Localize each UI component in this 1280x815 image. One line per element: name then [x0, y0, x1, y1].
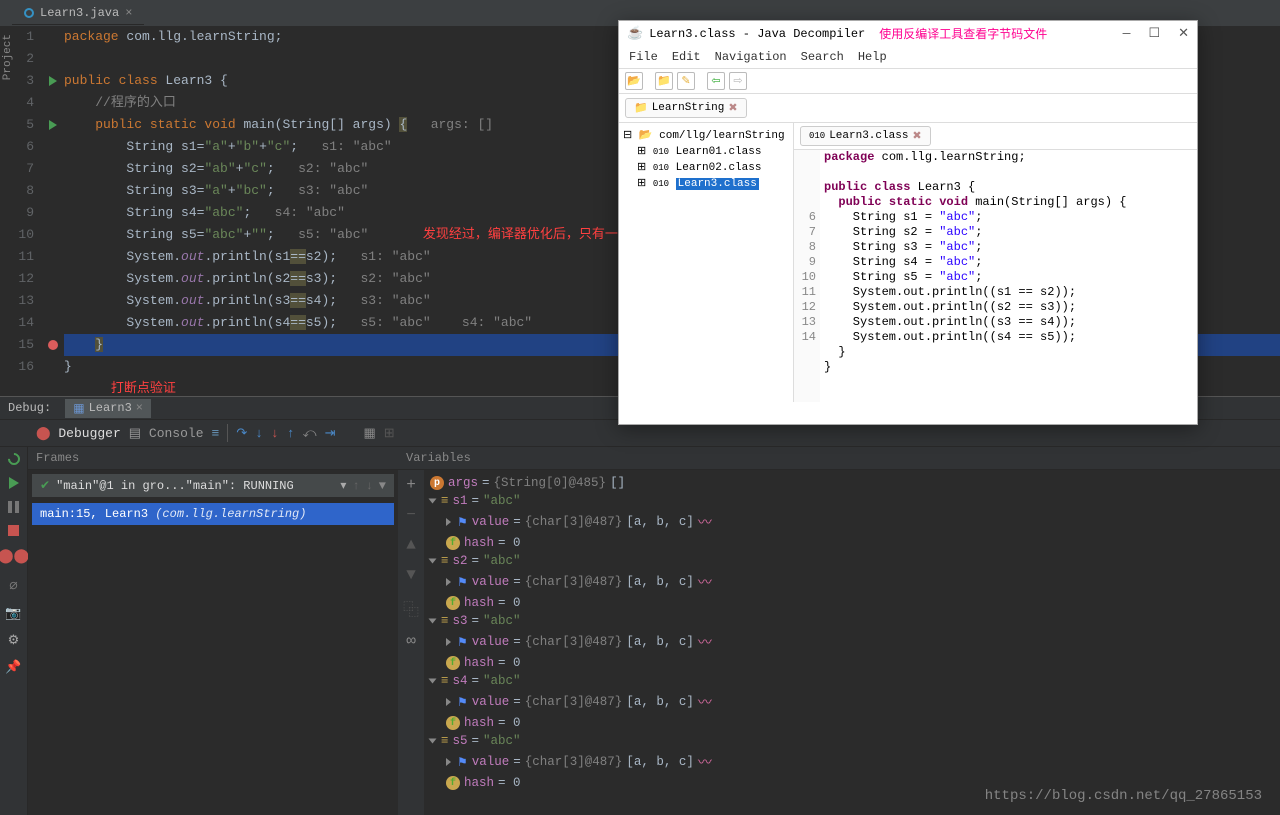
- add-watch-icon[interactable]: +: [406, 476, 416, 494]
- down-icon[interactable]: ▼: [406, 566, 416, 584]
- dropdown-icon: ▾: [340, 478, 346, 493]
- annotation-breakpoint: 打断点验证: [111, 381, 176, 396]
- copy-icon[interactable]: ⿻: [403, 596, 419, 620]
- variables-panel: Variables + − ▲ ▼ ⿻ ∞ p args = {String[0…: [398, 447, 1280, 815]
- debug-config-icon: ▦: [73, 401, 84, 416]
- variables-tree[interactable]: p args = {String[0]@485} []≡ s1 = "abc"⚑…: [424, 470, 1280, 815]
- view-breakpoints-icon[interactable]: ⬤⬤: [0, 548, 29, 565]
- decompiler-annotation: 使用反编译工具查看字节码文件: [879, 25, 1047, 42]
- gutter-marks: [42, 26, 64, 396]
- minimize-icon[interactable]: —: [1123, 26, 1131, 41]
- folder-icon[interactable]: 📁: [655, 72, 673, 90]
- up-icon[interactable]: ▲: [406, 536, 416, 554]
- remove-watch-icon[interactable]: −: [406, 506, 416, 524]
- next-frame-icon[interactable]: ↓: [366, 479, 373, 493]
- project-sidebar-tab[interactable]: Project: [0, 30, 16, 84]
- frames-panel: Frames ✔ "main"@1 in gro..."main": RUNNI…: [28, 447, 398, 815]
- mute-breakpoints-icon[interactable]: ⌀: [9, 577, 17, 594]
- wand-icon[interactable]: ✎: [677, 72, 695, 90]
- debug-label: Debug:: [8, 401, 51, 415]
- step-into-icon[interactable]: ↓: [255, 426, 263, 441]
- filter-icon[interactable]: ▼: [379, 479, 386, 493]
- menu-file[interactable]: File: [625, 48, 662, 66]
- watermark: https://blog.csdn.net/qq_27865153: [985, 788, 1262, 804]
- tree-item-selected[interactable]: Learn3.class: [676, 178, 759, 190]
- code-file-tab[interactable]: 010 Learn3.class ✖: [800, 126, 931, 146]
- open-icon[interactable]: 📂: [625, 72, 643, 90]
- frames-title: Frames: [28, 447, 398, 470]
- decompiled-source[interactable]: 67891011121314 package com.llg.learnStri…: [794, 150, 1197, 402]
- check-icon: ✔: [40, 478, 50, 493]
- stack-frame[interactable]: main:15, Learn3 (com.llg.learnString): [32, 503, 394, 525]
- debugger-tab[interactable]: ⬤ Debugger: [36, 426, 121, 441]
- cup-icon: ☕: [627, 26, 643, 41]
- back-icon[interactable]: ⇦: [707, 72, 725, 90]
- editor-tab[interactable]: Learn3.java ×: [12, 2, 144, 25]
- rerun-icon[interactable]: [5, 451, 22, 468]
- editor-tab-label: Learn3.java: [40, 6, 119, 20]
- decompiler-titlebar[interactable]: ☕ Learn3.class - Java Decompiler 使用反编译工具…: [619, 21, 1197, 46]
- resume-icon[interactable]: [9, 477, 19, 489]
- force-step-into-icon[interactable]: ↓: [271, 426, 279, 441]
- pause-icon[interactable]: [8, 501, 19, 513]
- pin-icon[interactable]: 📌: [5, 660, 21, 675]
- close-window-icon[interactable]: ✕: [1178, 26, 1189, 41]
- drop-frame-icon[interactable]: ⤺: [303, 426, 317, 441]
- menu-help[interactable]: Help: [854, 48, 891, 66]
- decompiler-menu: File Edit Navigation Search Help: [619, 46, 1197, 68]
- prev-frame-icon[interactable]: ↑: [352, 479, 359, 493]
- evaluate-icon[interactable]: ▦: [363, 426, 375, 441]
- maximize-icon[interactable]: ☐: [1148, 26, 1160, 41]
- console-tab[interactable]: ▤ Console: [129, 426, 204, 441]
- step-over-icon[interactable]: ↷: [236, 426, 247, 441]
- close-icon[interactable]: ✖: [728, 101, 737, 115]
- debug-config-tab[interactable]: ▦ Learn3 ×: [65, 399, 151, 418]
- bytecode-icon: 010: [809, 131, 825, 141]
- thread-label: "main"@1 in gro..."main": RUNNING: [56, 479, 294, 493]
- breakpoint-icon[interactable]: [48, 340, 58, 350]
- menu-search[interactable]: Search: [797, 48, 848, 66]
- camera-icon[interactable]: 📷: [5, 606, 21, 621]
- java-file-icon: [24, 8, 34, 18]
- variables-title: Variables: [398, 447, 1280, 470]
- run-icon[interactable]: [49, 76, 57, 86]
- decompiler-title: Learn3.class - Java Decompiler: [649, 27, 865, 41]
- decompiler-toolbar: 📂 📁 ✎ ⇦ ⇨: [619, 68, 1197, 94]
- menu-edit[interactable]: Edit: [668, 48, 705, 66]
- close-icon[interactable]: ✖: [912, 129, 921, 143]
- run-to-cursor-icon[interactable]: ⇥: [325, 426, 336, 441]
- thread-selector[interactable]: ✔ "main"@1 in gro..."main": RUNNING ▾ ↑ …: [32, 474, 394, 497]
- debug-side-toolbar: ⬤⬤ ⌀ 📷 ⚙ 📌: [0, 447, 28, 815]
- settings-icon[interactable]: ⚙: [8, 633, 20, 648]
- decompiler-tree[interactable]: ⊟ 📂 com/llg/learnString ⊞ 010 Learn01.cl…: [619, 123, 794, 402]
- decompiler-window[interactable]: ☕ Learn3.class - Java Decompiler 使用反编译工具…: [618, 20, 1198, 425]
- link-icon[interactable]: ∞: [406, 632, 416, 650]
- close-icon[interactable]: ×: [125, 6, 132, 20]
- forward-icon[interactable]: ⇨: [729, 72, 747, 90]
- debug-config-name: Learn3: [89, 401, 132, 415]
- run-icon[interactable]: [49, 120, 57, 130]
- step-out-icon[interactable]: ↑: [287, 426, 295, 441]
- folder-icon: 📁: [634, 101, 648, 115]
- close-icon[interactable]: ×: [136, 401, 143, 415]
- menu-navigation[interactable]: Navigation: [711, 48, 791, 66]
- stop-icon[interactable]: [8, 525, 19, 536]
- package-tab[interactable]: 📁 LearnString ✖: [625, 98, 747, 118]
- variables-toolbar: + − ▲ ▼ ⿻ ∞: [398, 470, 424, 815]
